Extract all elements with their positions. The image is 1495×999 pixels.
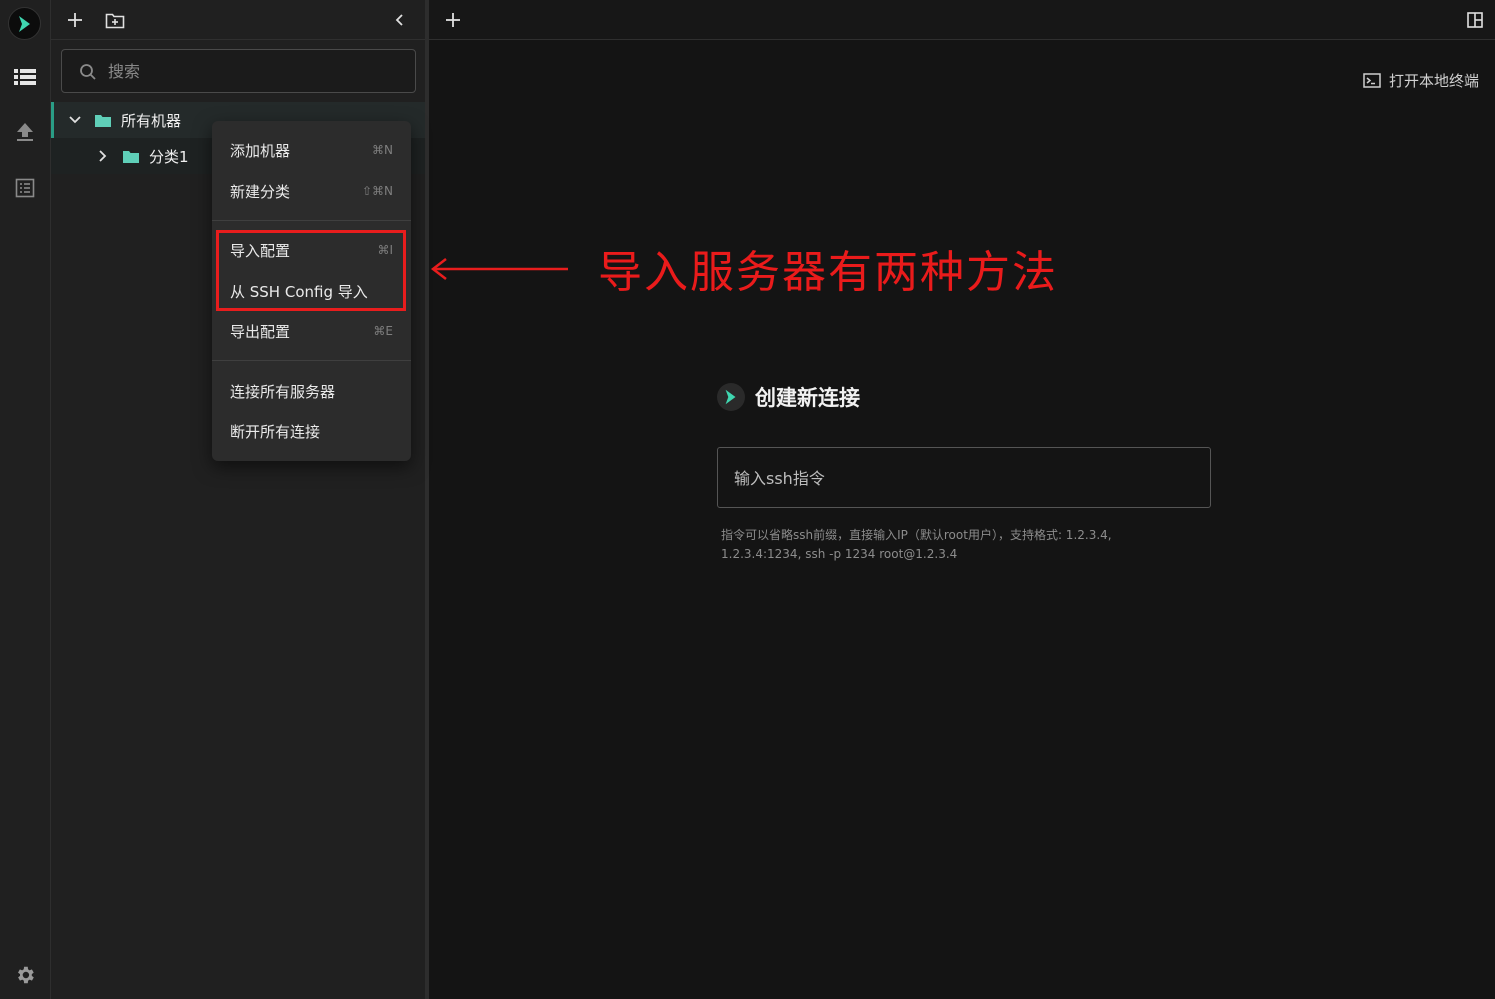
menu-separator [212,360,411,361]
collapse-sidebar-icon[interactable] [388,8,412,32]
new-tab-icon[interactable] [441,8,465,32]
open-local-terminal-button[interactable]: 打开本地终端 [1363,70,1479,91]
layout-icon[interactable] [1463,8,1487,32]
main-area: 打开本地终端 创建新连接 指令可以省略ssh前缀，直接输入IP（默认root用户… [429,0,1495,999]
search-icon [80,64,96,80]
ssh-hint: 指令可以省略ssh前缀，直接输入IP（默认root用户），支持格式: 1.2.3… [721,526,1191,564]
chevron-right-icon[interactable] [98,149,108,163]
menu-item-shortcut: ⌘N [372,143,393,157]
menu-item-new-category[interactable]: 新建分类 ⇧⌘N [212,171,411,211]
folder-icon [123,150,139,163]
tree-item-label: 所有机器 [121,111,182,130]
annotation-highlight-box [216,230,406,311]
tab-bar [429,0,1495,40]
new-folder-icon[interactable] [103,8,127,32]
app-logo-icon[interactable] [8,7,41,40]
annotation-text: 导入服务器有两种方法 [598,247,1058,298]
hint-line-1: 指令可以省略ssh前缀，直接输入IP（默认root用户），支持格式: 1.2.3… [721,528,1112,542]
chevron-down-icon[interactable] [68,115,82,125]
open-local-terminal-label: 打开本地终端 [1388,72,1479,90]
menu-item-label: 导出配置 [230,322,291,341]
menu-item-add-machine[interactable]: 添加机器 ⌘N [212,130,411,170]
gear-icon[interactable] [12,962,38,988]
upload-icon[interactable] [12,119,38,145]
create-connection-title: 创建新连接 [755,386,860,410]
menu-item-label: 断开所有连接 [230,422,321,441]
tree-item-label: 分类1 [149,147,189,166]
ssh-command-input[interactable] [732,464,1192,492]
menu-item-export-config[interactable]: 导出配置 ⌘E [212,311,411,351]
search-box [61,49,416,93]
app-logo-icon [717,383,745,411]
sidebar-toolbar [51,0,425,40]
log-icon[interactable] [12,175,38,201]
menu-item-connect-all[interactable]: 连接所有服务器 [212,371,411,411]
folder-icon [95,114,111,127]
menu-item-label: 连接所有服务器 [230,382,336,401]
menu-item-label: 新建分类 [230,182,291,201]
search-input[interactable] [106,58,396,84]
menu-item-shortcut: ⌘E [373,324,393,338]
add-icon[interactable] [63,8,87,32]
menu-item-disconnect-all[interactable]: 断开所有连接 [212,411,411,451]
menu-item-shortcut: ⇧⌘N [361,184,393,198]
terminal-icon [1363,73,1381,88]
ssh-command-box [717,447,1211,508]
menu-separator [212,220,411,221]
hint-line-2: 1.2.3.4:1234, ssh -p 1234 root@1.2.3.4 [721,547,958,561]
activity-bar [0,0,51,999]
create-connection-heading: 创建新连接 [717,382,860,412]
menu-item-label: 添加机器 [230,141,291,160]
server-list-icon[interactable] [12,64,38,90]
annotation-arrow-icon [430,258,568,280]
